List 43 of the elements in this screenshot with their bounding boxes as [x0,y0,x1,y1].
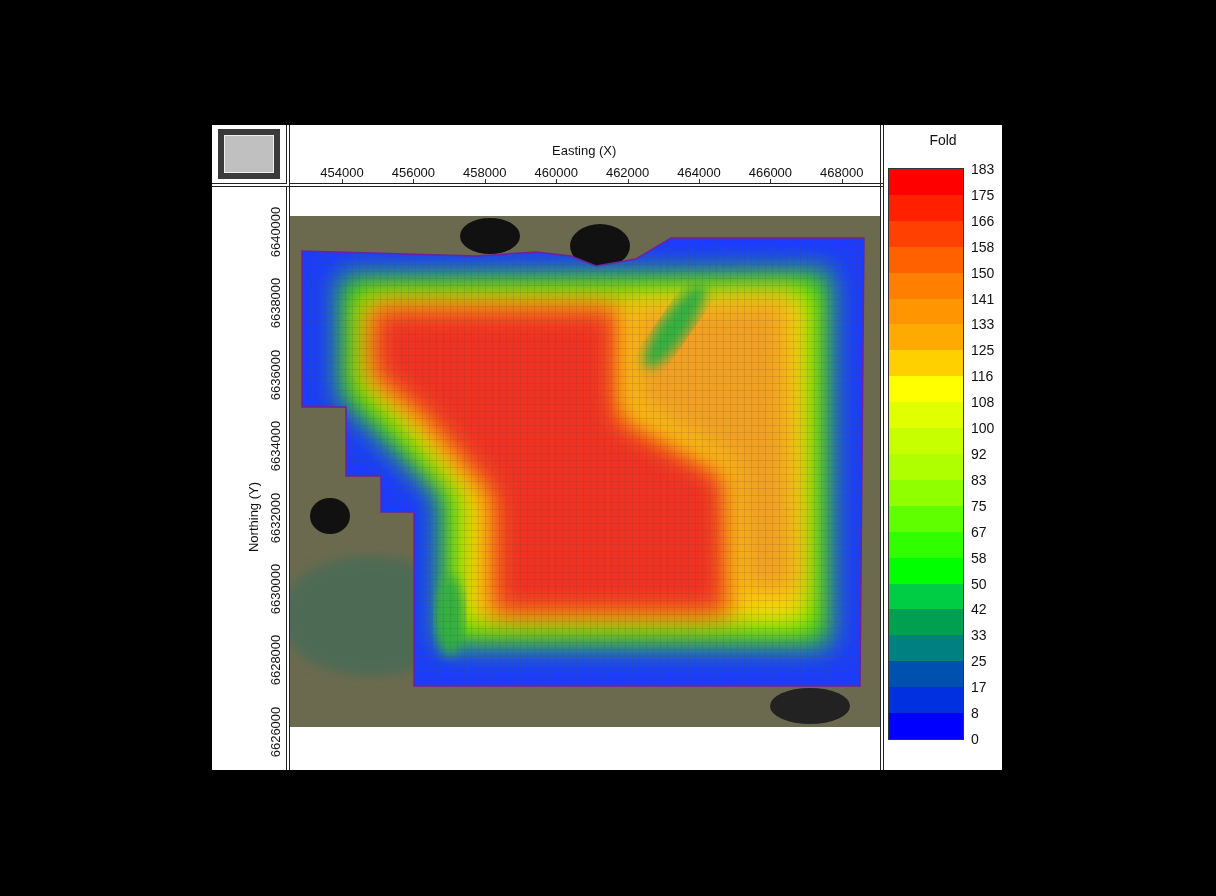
legend-label: 50 [971,575,987,592]
y-axis-tick-label: 6640000 [267,206,283,258]
legend-label: 133 [971,316,995,333]
legend-label: 183 [971,161,995,177]
x-axis-title: Easting (X) [552,143,617,158]
legend-label: 25 [971,653,987,670]
x-axis-tick-label: 466000 [748,165,793,180]
x-axis-tick-label: 460000 [534,165,578,180]
legend-label: 75 [971,497,987,514]
legend-label: 166 [971,212,995,229]
y-axis-tick-label: 6630000 [267,563,283,615]
legend-label: 150 [971,264,995,281]
legend-label: 108 [971,394,995,411]
x-axis-tick-label: 454000 [320,165,364,180]
x-axis-tick-label: 458000 [463,165,507,180]
legend-label: 42 [971,601,987,618]
y-axis-title: Northing (Y) [245,481,261,553]
y-axis-tick-label: 6634000 [267,420,283,472]
y-axis-tick-label: 6638000 [267,278,283,329]
legend-label: 8 [971,705,979,722]
legend-label: 58 [971,549,987,566]
legend-title: Fold [929,132,957,148]
legend-label: 175 [971,186,995,203]
x-axis-tick-label: 468000 [820,165,864,180]
frame-icon[interactable] [218,129,280,179]
legend-label: 158 [971,238,995,255]
legend-label: 141 [971,290,995,307]
x-axis-tick-label: 462000 [605,165,650,180]
legend-label: 0 [971,731,979,747]
legend-label: 17 [971,679,987,696]
x-axis-tick-label: 456000 [391,165,436,180]
y-axis-tick-label: 6626000 [267,706,283,758]
y-axis-tick-label: 6636000 [267,349,283,401]
legend-label: 67 [971,523,987,540]
legend-label: 116 [971,368,994,385]
y-axis-tick-label: 6628000 [267,635,283,686]
legend-label: 33 [971,627,987,644]
x-axis-tick-label: 464000 [677,165,721,180]
legend-label: 125 [971,342,995,359]
legend-label: 83 [971,471,987,488]
y-axis-tick-label: 6632000 [267,492,283,543]
legend-label: 100 [971,420,995,437]
legend-label: 92 [971,446,987,462]
